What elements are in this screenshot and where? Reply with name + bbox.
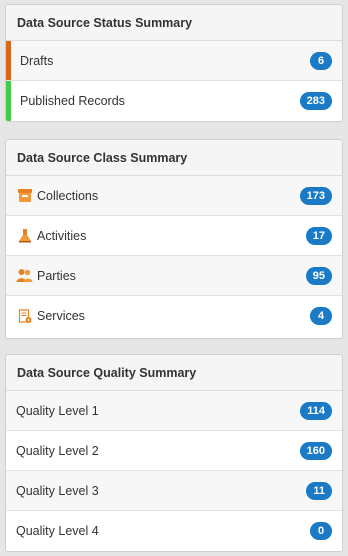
quality-summary-panel: Data Source Quality Summary Quality Leve… [5, 354, 343, 552]
class-row-services[interactable]: Services 4 [6, 296, 342, 336]
status-row-published[interactable]: Published Records 283 [6, 81, 342, 121]
collections-icon [16, 187, 33, 204]
status-label: Published Records [20, 94, 125, 108]
parties-icon [16, 267, 33, 284]
published-indicator [6, 81, 11, 121]
count-badge: 6 [310, 51, 332, 70]
count-badge: 11 [306, 481, 332, 500]
count-badge: 173 [299, 186, 332, 205]
class-row-activities[interactable]: Activities 17 [6, 216, 342, 256]
quality-label: Quality Level 1 [16, 403, 99, 418]
count-badge: 0 [310, 522, 332, 540]
class-label: Collections [37, 188, 99, 203]
quality-row-2[interactable]: Quality Level 2 160 [6, 431, 342, 471]
quality-row-1[interactable]: Quality Level 1 114 [6, 391, 342, 431]
count-badge: 114 [300, 401, 332, 420]
status-label: Drafts [20, 53, 54, 68]
activities-icon [16, 227, 33, 244]
status-summary-panel: Data Source Status Summary Drafts 6 Publ… [5, 4, 343, 122]
class-row-parties[interactable]: Parties 95 [6, 256, 342, 296]
status-row-drafts[interactable]: Drafts 6 [6, 41, 342, 81]
quality-label: Quality Level 4 [16, 524, 99, 538]
services-icon [16, 308, 33, 325]
status-summary-title: Data Source Status Summary [6, 5, 342, 41]
quality-label: Quality Level 2 [16, 443, 99, 458]
count-badge: 95 [305, 266, 332, 285]
count-badge: 4 [310, 307, 332, 325]
class-row-collections[interactable]: Collections 173 [6, 176, 342, 216]
quality-summary-title: Data Source Quality Summary [6, 355, 342, 391]
class-summary-panel: Data Source Class Summary Collections 17… [5, 139, 343, 339]
class-label: Activities [37, 228, 87, 243]
class-label: Services [37, 309, 85, 323]
quality-row-3[interactable]: Quality Level 3 11 [6, 471, 342, 511]
quality-row-4[interactable]: Quality Level 4 0 [6, 511, 342, 551]
quality-label: Quality Level 3 [16, 483, 99, 498]
class-summary-title: Data Source Class Summary [6, 140, 342, 176]
count-badge: 283 [299, 92, 332, 110]
count-badge: 17 [305, 226, 332, 245]
class-label: Parties [37, 268, 76, 283]
drafts-indicator [6, 41, 11, 80]
count-badge: 160 [299, 441, 332, 460]
